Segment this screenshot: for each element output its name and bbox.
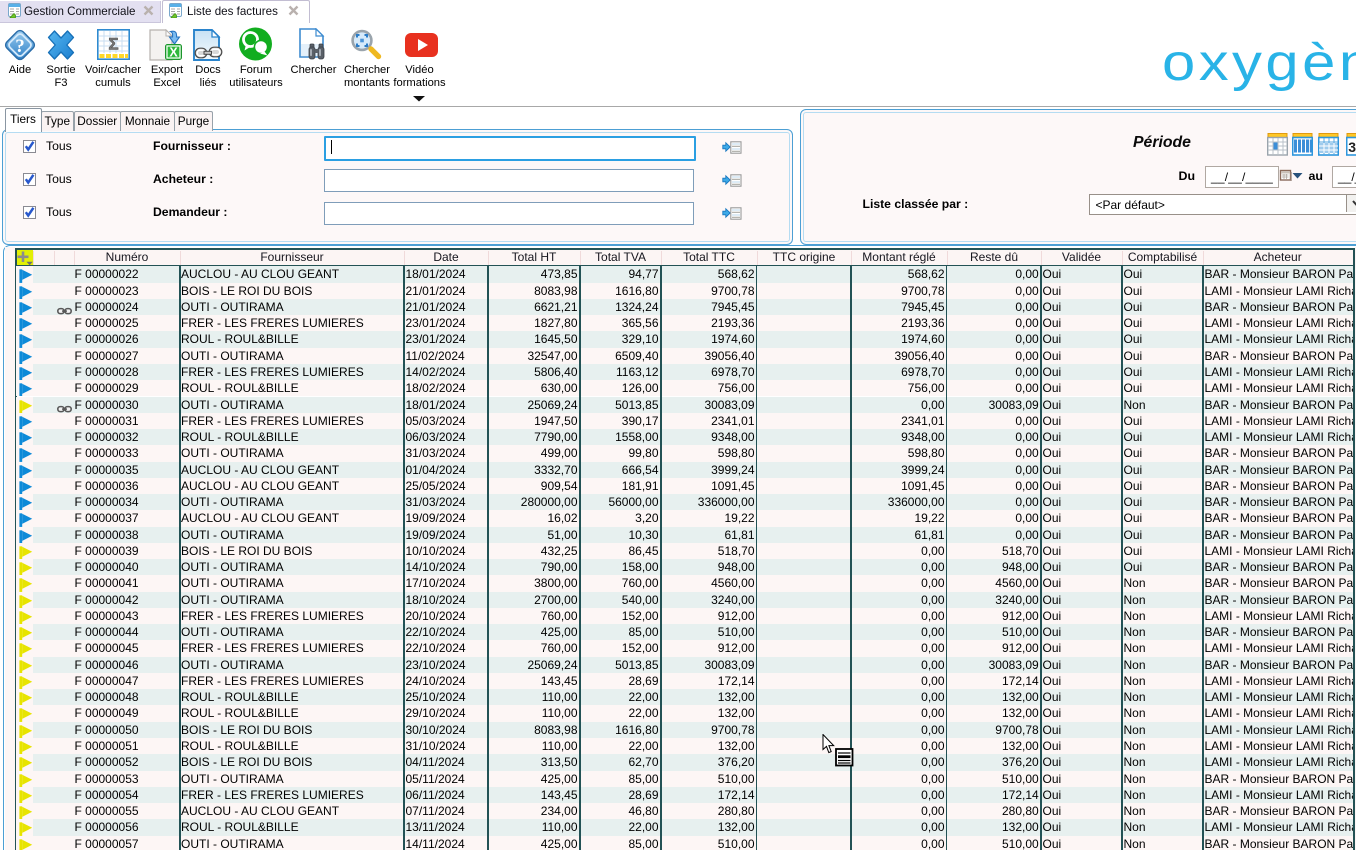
- svg-text:?: ?: [15, 36, 25, 57]
- svg-text:31: 31: [1348, 139, 1356, 155]
- svg-text:X: X: [169, 46, 178, 60]
- svg-text:Σ: Σ: [108, 35, 118, 54]
